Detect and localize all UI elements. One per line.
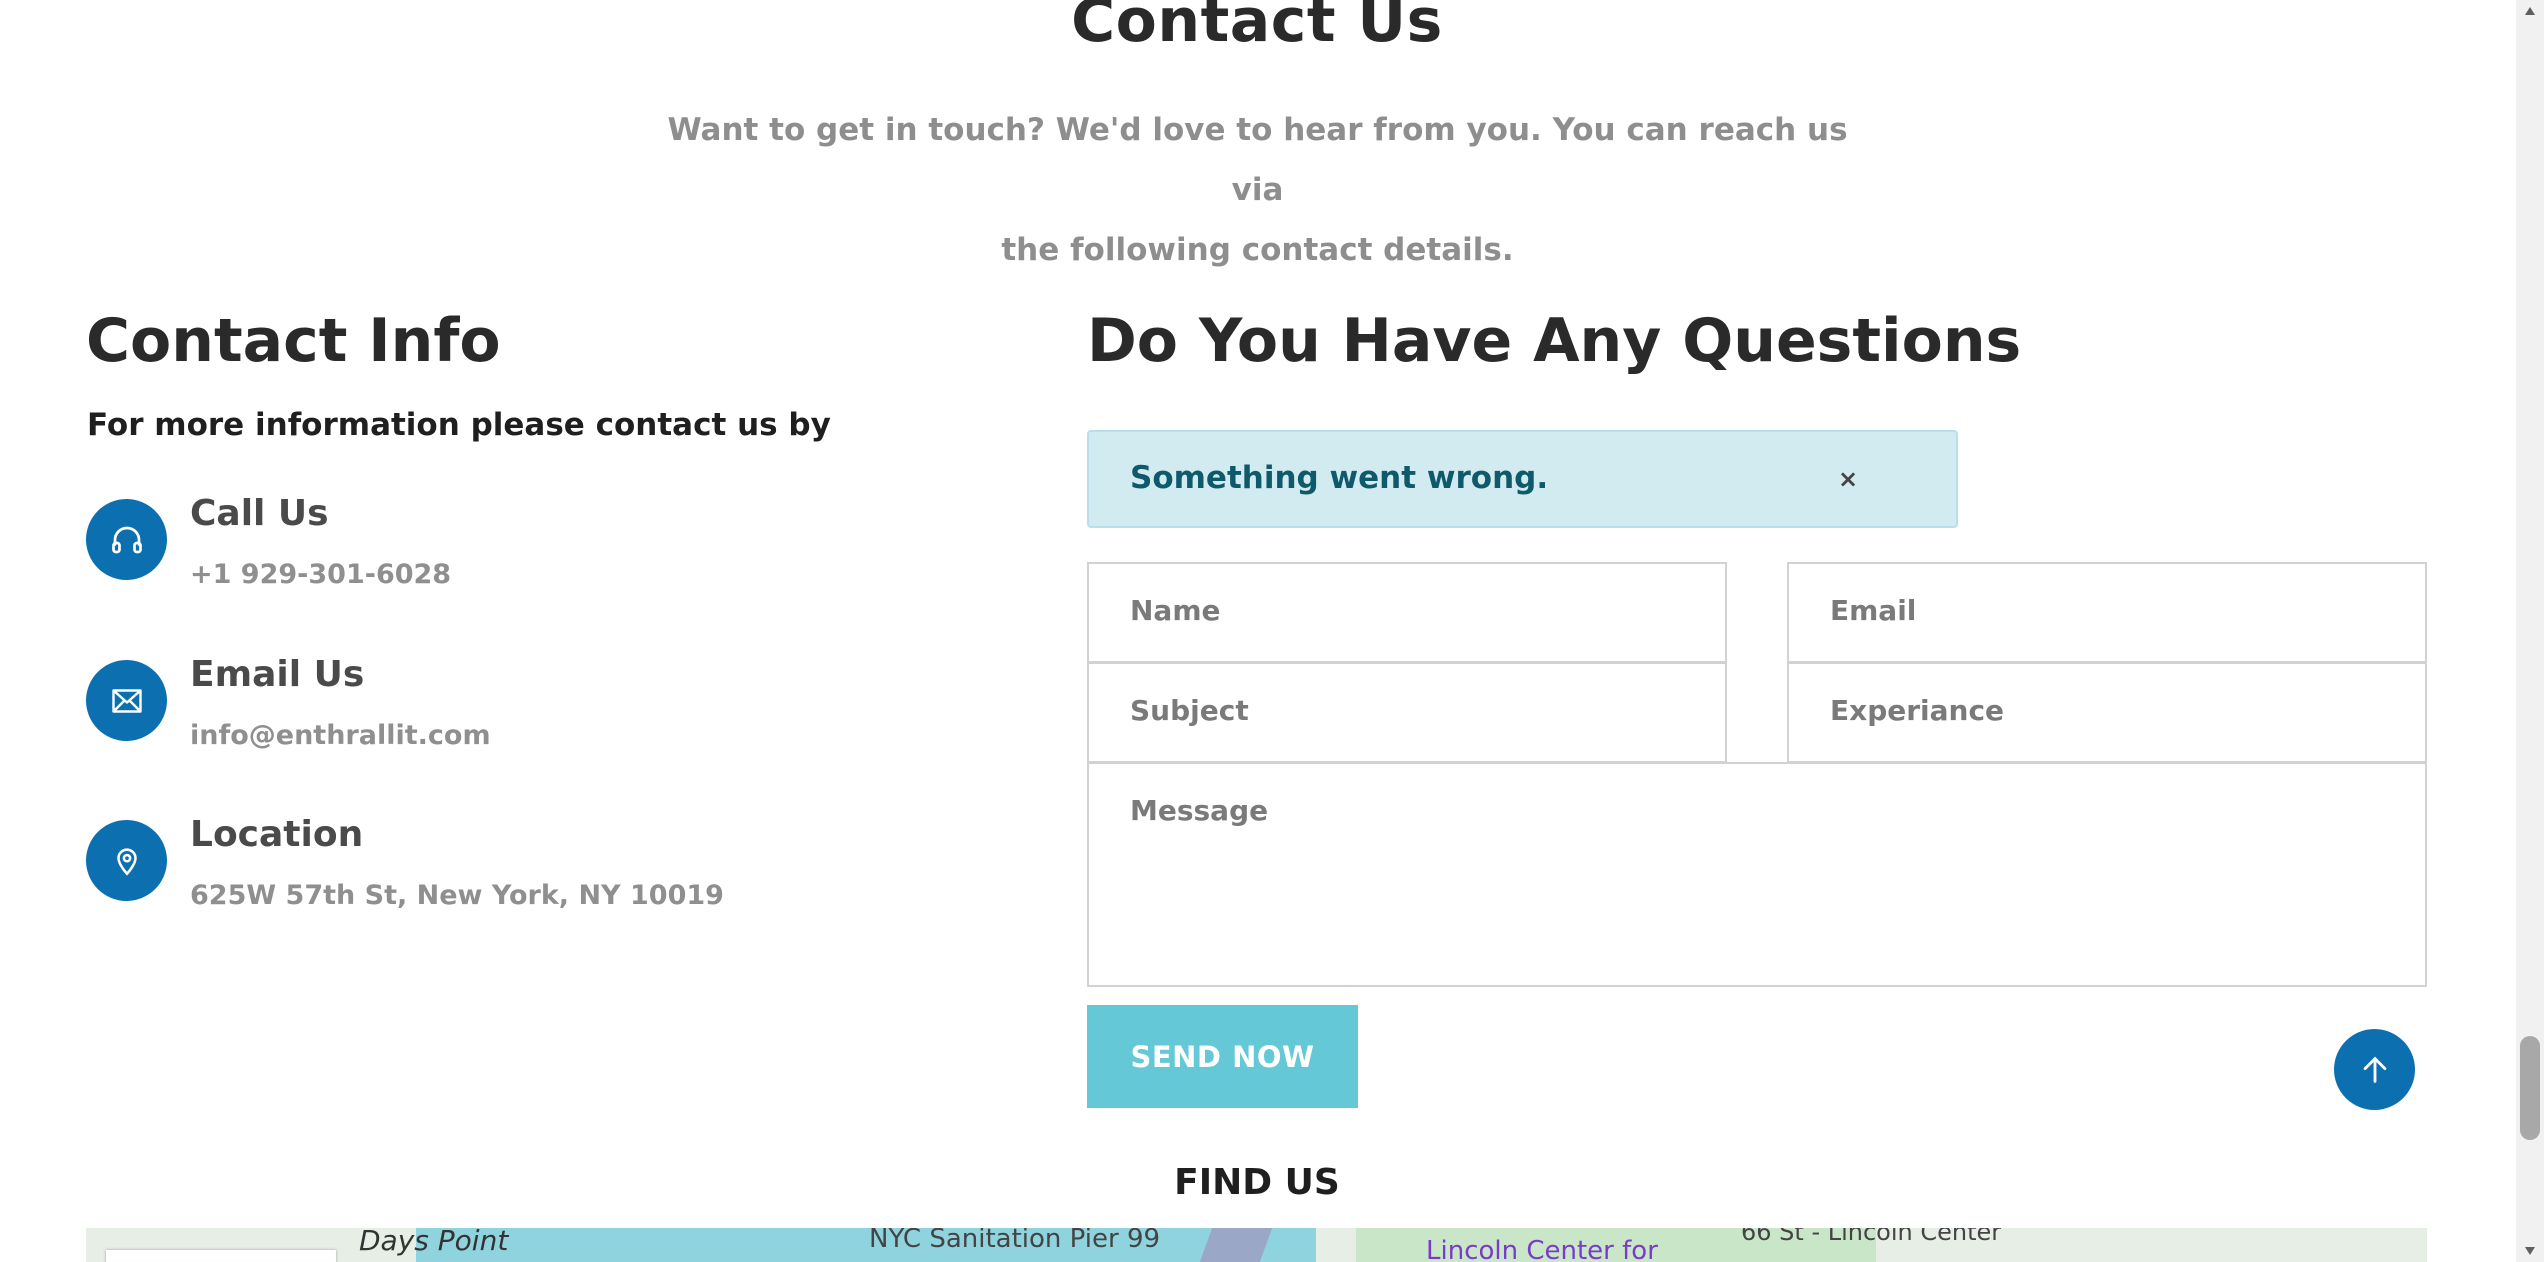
map-label: 66 St - Lincoln Center: [1741, 1228, 2002, 1246]
envelope-icon: [86, 660, 167, 741]
map-label: Lincoln Center for: [1426, 1236, 1658, 1262]
contact-info-subtitle: For more information please contact us b…: [87, 407, 831, 443]
message-placeholder: Message: [1130, 794, 1269, 827]
close-icon[interactable]: ×: [1823, 454, 1873, 504]
email-field[interactable]: Email: [1787, 562, 2427, 663]
find-us-title: FIND US: [1174, 1162, 1340, 1203]
experience-placeholder: Experiance: [1830, 694, 2005, 727]
arrow-up-icon: [2363, 1056, 2386, 1083]
map-pin-icon: [86, 820, 167, 901]
intro-text: Want to get in touch? We'd love to hear …: [650, 100, 1865, 280]
error-alert: Something went wrong. ×: [1087, 430, 1958, 528]
map-label: Days Point: [359, 1228, 509, 1257]
contact-item-label: Location: [190, 814, 364, 855]
name-field[interactable]: Name: [1087, 562, 1727, 663]
intro-line-2: the following contact details.: [1001, 232, 1514, 268]
back-to-top-button[interactable]: [2334, 1029, 2415, 1110]
page-scrollbar[interactable]: [2516, 0, 2544, 1262]
map-road: [1199, 1228, 1273, 1262]
phone-number[interactable]: +1 929-301-6028: [190, 559, 451, 590]
map-water: [416, 1228, 1316, 1262]
experience-field[interactable]: Experiance: [1787, 662, 2427, 763]
map-label: NYC Sanitation Pier 99: [869, 1228, 1161, 1254]
contact-item-call: Call Us +1 929-301-6028: [86, 493, 846, 599]
alert-message: Something went wrong.: [1130, 460, 1549, 496]
page-title: Contact Us: [1071, 0, 1443, 56]
email-placeholder: Email: [1830, 594, 1917, 627]
headphones-icon: [86, 499, 167, 580]
intro-line-1: Want to get in touch? We'd love to hear …: [667, 112, 1848, 208]
email-address[interactable]: info@enthrallit.com: [190, 720, 491, 751]
scroll-down-arrow-icon[interactable]: [2516, 1240, 2544, 1262]
scrollbar-thumb[interactable]: [2520, 1036, 2540, 1140]
subject-placeholder: Subject: [1130, 694, 1249, 727]
contact-item-email: Email Us info@enthrallit.com: [86, 654, 846, 760]
contact-item-location: Location 625W 57th St, New York, NY 1001…: [86, 814, 846, 920]
scroll-up-arrow-icon[interactable]: [2516, 0, 2544, 22]
send-now-button[interactable]: SEND NOW: [1087, 1005, 1358, 1108]
contact-item-label: Email Us: [190, 654, 365, 695]
contact-item-label: Call Us: [190, 493, 329, 534]
message-field[interactable]: Message: [1087, 762, 2427, 987]
subject-field[interactable]: Subject: [1087, 662, 1727, 763]
questions-title: Do You Have Any Questions: [1087, 306, 2022, 376]
map-overlay-box: [106, 1250, 336, 1262]
map-embed[interactable]: Days Point NYC Sanitation Pier 99 Lincol…: [86, 1228, 2427, 1262]
address: 625W 57th St, New York, NY 10019: [190, 880, 724, 911]
contact-info-title: Contact Info: [86, 306, 501, 376]
name-placeholder: Name: [1130, 594, 1221, 627]
